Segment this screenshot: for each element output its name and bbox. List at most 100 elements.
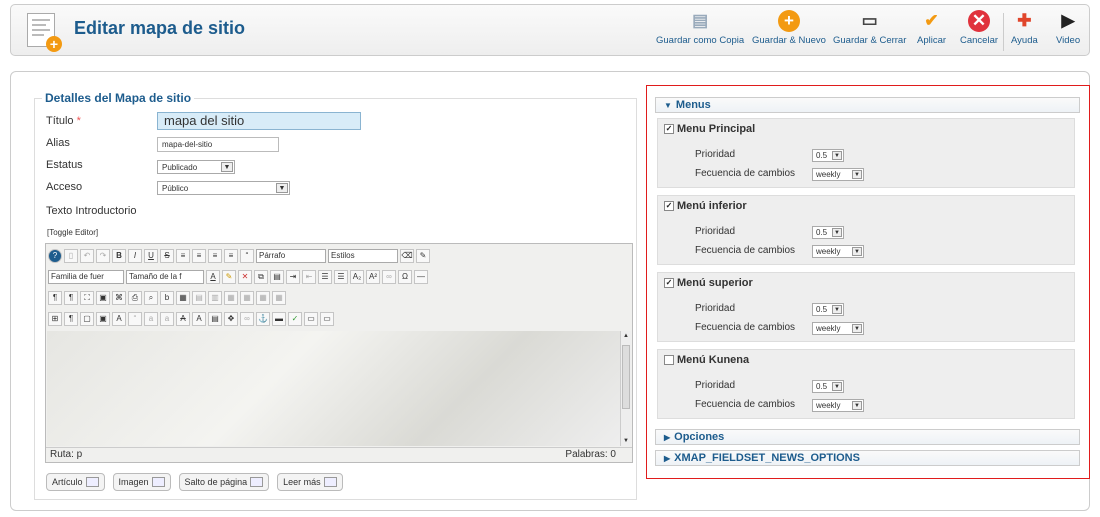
search-icon[interactable]: ⌕ — [144, 290, 158, 305]
del-icon[interactable]: A — [176, 311, 190, 326]
font-family-select[interactable]: Familia de fuer — [48, 269, 124, 284]
acronym-icon[interactable]: a — [144, 311, 158, 326]
underline-icon[interactable]: U — [144, 248, 158, 263]
menu-inferior-checkbox[interactable]: ✓ — [664, 201, 674, 211]
outdent-icon[interactable]: ⇤ — [302, 269, 316, 284]
save-as-copy-button[interactable]: ▤ Guardar como Copia — [656, 10, 744, 46]
font-size-select[interactable]: Tamaño de la f — [126, 269, 204, 284]
replace-icon[interactable]: b — [160, 290, 174, 305]
bold-icon[interactable]: B — [112, 248, 126, 263]
format-select[interactable]: Párrafo — [256, 248, 326, 263]
toggle-editor-link[interactable]: [Toggle Editor] — [47, 228, 98, 237]
font-color-icon[interactable]: A — [206, 269, 220, 284]
help-button[interactable]: ✚ Ayuda — [1011, 10, 1038, 46]
apply-button[interactable]: ✔ Aplicar — [917, 10, 946, 46]
highlight-icon[interactable]: ✎ — [222, 269, 236, 284]
table-delete-icon[interactable]: ▦ — [272, 290, 286, 305]
cite-icon[interactable]: “ — [128, 311, 142, 326]
media-icon[interactable]: ▣ — [96, 311, 110, 326]
frequency-select[interactable]: weekly ▼ — [812, 322, 864, 335]
page-break-icon[interactable]: ▭ — [304, 311, 318, 326]
table-icon[interactable]: ▦ — [176, 290, 190, 305]
menus-panel-header[interactable]: ▼ Menus — [655, 97, 1080, 113]
read-more-icon[interactable]: ▭ — [320, 311, 334, 326]
redo-icon[interactable]: ↷ — [96, 248, 110, 263]
italic-icon[interactable]: I — [128, 248, 142, 263]
justify-icon[interactable]: ≡ — [224, 248, 238, 263]
help-icon[interactable]: ? — [48, 248, 62, 263]
menu-kunena-checkbox[interactable] — [664, 355, 674, 365]
cleanup-icon[interactable]: ✎ — [416, 248, 430, 263]
priority-select[interactable]: 0.5 ▼ — [812, 380, 844, 393]
menu-principal-checkbox[interactable]: ✓ — [664, 124, 674, 134]
omega-icon[interactable]: Ω — [398, 269, 412, 284]
fullscreen-icon[interactable]: ⛶ — [80, 290, 94, 305]
alias-input[interactable]: mapa-del-sitio — [157, 137, 279, 152]
news-options-panel-header[interactable]: ▶ XMAP_FIELDSET_NEWS_OPTIONS — [655, 450, 1080, 466]
numbered-list-icon[interactable]: ☰ — [334, 269, 348, 284]
unlink-icon[interactable]: ∞ — [240, 311, 254, 326]
copy-icon[interactable]: ⧉ — [254, 269, 268, 284]
eraser-icon[interactable]: ⌫ — [400, 248, 414, 263]
move-layer-icon[interactable]: ✥ — [224, 311, 238, 326]
paragraph-rtl-icon[interactable]: ¶ — [64, 290, 78, 305]
article-button[interactable]: Artículo — [46, 473, 105, 491]
status-select[interactable]: Publicado ▼ — [157, 160, 235, 174]
save-and-close-button[interactable]: ▭ Guardar & Cerrar — [833, 10, 906, 46]
scroll-thumb[interactable] — [622, 345, 630, 409]
align-right-icon[interactable]: ≡ — [208, 248, 222, 263]
page-break-button[interactable]: Salto de página — [178, 473, 270, 491]
horizontal-rule-icon[interactable]: — — [414, 269, 428, 284]
cut-icon[interactable]: ✕ — [238, 269, 252, 284]
image-icon[interactable]: ▣ — [96, 290, 110, 305]
save-and-new-button[interactable]: + Guardar & Nuevo — [752, 10, 826, 46]
template-icon[interactable]: ▢ — [80, 311, 94, 326]
superscript-icon[interactable]: A² — [366, 269, 380, 284]
anchor-icon[interactable]: ⚓ — [256, 311, 270, 326]
cancel-button[interactable]: ✕ Cancelar — [960, 10, 998, 46]
menu-superior-checkbox[interactable]: ✓ — [664, 278, 674, 288]
indent-icon[interactable]: ⇥ — [286, 269, 300, 284]
print-icon[interactable]: ⎙ — [128, 290, 142, 305]
scroll-up-icon[interactable]: ▲ — [623, 333, 629, 339]
abbr-icon[interactable]: A — [112, 311, 126, 326]
visual-aid-icon[interactable]: ⊞ — [48, 311, 62, 326]
scroll-down-icon[interactable]: ▼ — [623, 438, 629, 444]
table-row-icon[interactable]: ▤ — [192, 290, 206, 305]
new-document-icon[interactable]: ▯ — [64, 248, 78, 263]
frequency-select[interactable]: weekly ▼ — [812, 168, 864, 181]
blockquote-icon[interactable]: “ — [240, 248, 254, 263]
table-cell-icon[interactable]: ▦ — [224, 290, 238, 305]
title-input[interactable]: mapa del sitio — [157, 112, 361, 130]
source-icon[interactable]: ⌘ — [112, 290, 126, 305]
subscript-icon[interactable]: A₂ — [350, 269, 364, 284]
frequency-select[interactable]: weekly ▼ — [812, 399, 864, 412]
options-panel-header[interactable]: ▶ Opciones — [655, 429, 1080, 445]
undo-icon[interactable]: ↶ — [80, 248, 94, 263]
align-center-icon[interactable]: ≡ — [192, 248, 206, 263]
table-col-icon[interactable]: ▥ — [208, 290, 222, 305]
read-more-button[interactable]: Leer más — [277, 473, 343, 491]
frequency-select[interactable]: weekly ▼ — [812, 245, 864, 258]
image-button[interactable]: Imagen — [112, 473, 171, 491]
table-split-icon[interactable]: ▦ — [256, 290, 270, 305]
access-select[interactable]: Público ▼ — [157, 181, 290, 195]
strikethrough-icon[interactable]: S — [160, 248, 174, 263]
nonbreaking-icon[interactable]: ▬ — [272, 311, 286, 326]
bullet-list-icon[interactable]: ☰ — [318, 269, 332, 284]
spellcheck-icon[interactable]: ✓ — [288, 311, 302, 326]
video-button[interactable]: ▶ Video — [1056, 10, 1080, 46]
paste-icon[interactable]: ▤ — [270, 269, 284, 284]
editor-scrollbar[interactable]: ▲ ▼ — [620, 331, 631, 446]
show-blocks-icon[interactable]: ¶ — [64, 311, 78, 326]
editor-content-area[interactable] — [47, 331, 621, 446]
priority-select[interactable]: 0.5 ▼ — [812, 149, 844, 162]
table-merge-icon[interactable]: ▦ — [240, 290, 254, 305]
attribs-icon[interactable]: A — [192, 311, 206, 326]
priority-select[interactable]: 0.5 ▼ — [812, 226, 844, 239]
styles-select[interactable]: Estilos — [328, 248, 398, 263]
priority-select[interactable]: 0.5 ▼ — [812, 303, 844, 316]
align-left-icon[interactable]: ≡ — [176, 248, 190, 263]
layer-icon[interactable]: ▤ — [208, 311, 222, 326]
link-icon[interactable]: ∞ — [382, 269, 396, 284]
